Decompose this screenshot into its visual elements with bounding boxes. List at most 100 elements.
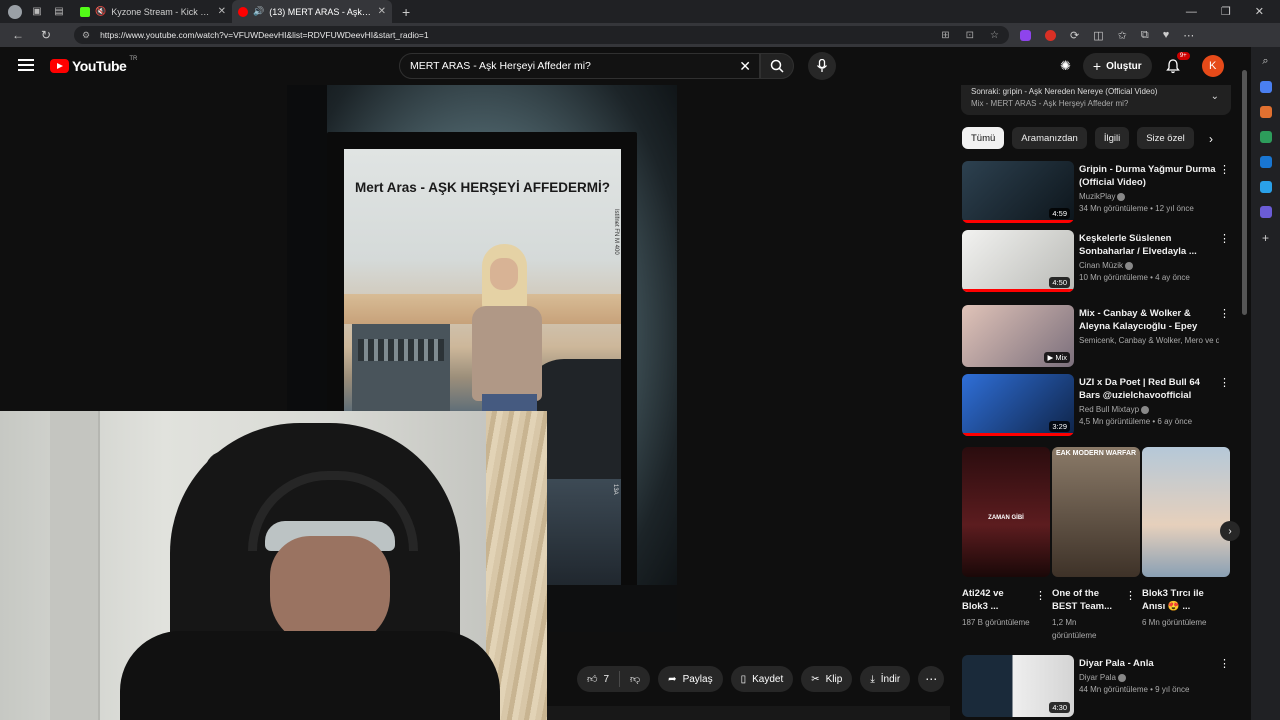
channel-name[interactable]: Red Bull Mixtayp bbox=[1079, 405, 1219, 414]
video-title[interactable]: Mix - Canbay & Wolker & Aleyna Kalaycıoğ… bbox=[1079, 307, 1219, 333]
voice-search-button[interactable] bbox=[808, 52, 836, 80]
new-tab-button[interactable]: + bbox=[402, 4, 410, 20]
more-options-icon[interactable]: ⋮ bbox=[1219, 307, 1230, 320]
tab-youtube[interactable]: 🔊 (13) MERT ARAS - Aşk Herşe ✕ bbox=[232, 0, 392, 23]
short-title[interactable]: Ati242 ve Blok3 ... bbox=[962, 587, 1032, 613]
notifications-button[interactable]: 9+ bbox=[1164, 52, 1190, 75]
playlist-header[interactable]: Sonraki: gripin - Aşk Nereden Nereye (Of… bbox=[961, 85, 1231, 115]
back-icon[interactable]: ← bbox=[4, 28, 32, 42]
mix-thumbnail[interactable]: ▶︎ Mix bbox=[962, 305, 1074, 367]
more-options-icon[interactable]: ⋮ bbox=[1035, 589, 1046, 602]
chevron-right-icon[interactable]: › bbox=[1209, 132, 1213, 146]
page-scrollbar[interactable] bbox=[1241, 58, 1248, 708]
download-button[interactable]: ⤓ İndir bbox=[860, 666, 911, 692]
channel-name[interactable]: Semicenk, Canbay & Wolker, Mero ve da... bbox=[1079, 336, 1219, 345]
short-thumbnail[interactable]: ZAMAN GİBİ bbox=[962, 447, 1050, 577]
more-actions-button[interactable]: ⋯ bbox=[918, 666, 945, 692]
channel-name[interactable]: MuzikPlay bbox=[1079, 192, 1219, 201]
tab-kick[interactable]: 🔇 Kyzone Stream - Kick Dash ✕ bbox=[74, 0, 232, 23]
mute-icon[interactable]: 🔇 bbox=[95, 6, 106, 17]
more-options-icon[interactable]: ⋮ bbox=[1125, 589, 1136, 602]
split-view-icon[interactable]: ◫ bbox=[1093, 29, 1103, 42]
workspaces-icon[interactable]: ▣ bbox=[30, 5, 44, 19]
minimize-icon[interactable]: — bbox=[1186, 6, 1197, 18]
more-options-icon[interactable]: ⋮ bbox=[1219, 163, 1230, 176]
favorite-star-icon[interactable]: ☆ bbox=[990, 30, 999, 41]
search-input[interactable] bbox=[410, 60, 730, 72]
chip-for-you[interactable]: Size özel bbox=[1137, 127, 1194, 149]
send-icon[interactable] bbox=[1259, 181, 1272, 193]
outlook-icon[interactable] bbox=[1259, 156, 1272, 168]
channel-name[interactable]: Diyar Pala bbox=[1079, 673, 1219, 682]
channel-name[interactable]: Cinan Müzik bbox=[1079, 261, 1219, 270]
recommendation-item[interactable]: 3:29 UZI x Da Poet | Red Bull 64 Bars @u… bbox=[962, 374, 1232, 436]
more-icon[interactable]: ⋯ bbox=[1183, 29, 1194, 42]
video-thumbnail[interactable]: 4:50 bbox=[962, 230, 1074, 292]
short-title[interactable]: Blok3 Tırcı ile Anısı 😍 ... bbox=[1142, 587, 1212, 613]
shorts-next-button[interactable]: › bbox=[1220, 521, 1240, 541]
site-info-icon[interactable]: ⚙ bbox=[82, 30, 90, 41]
chip-all[interactable]: Tümü bbox=[962, 127, 1005, 149]
recommendation-item[interactable]: 4:59 Gripin - Durma Yağmur Durma (Offici… bbox=[962, 161, 1232, 223]
url-field[interactable]: ⚙ https://www.youtube.com/watch?v=VFUWDe… bbox=[74, 26, 1009, 44]
collections-icon[interactable]: ⧉ bbox=[1141, 29, 1149, 42]
extension-red-icon[interactable] bbox=[1045, 29, 1056, 41]
save-button[interactable]: ▯ Kaydet bbox=[730, 666, 794, 692]
short-title[interactable]: One of the BEST Team... bbox=[1052, 587, 1122, 613]
reader-icon[interactable]: ⊡ bbox=[966, 30, 974, 41]
profile-icon[interactable] bbox=[8, 4, 22, 19]
video-thumbnail[interactable]: 3:29 bbox=[962, 374, 1074, 436]
favorites-icon[interactable]: ✩ bbox=[1118, 29, 1127, 42]
short-item[interactable]: Blok3 Tırcı ile Anısı 😍 ... 6 Mn görüntü… bbox=[1142, 447, 1230, 629]
more-options-icon[interactable]: ⋮ bbox=[1219, 232, 1230, 245]
reload-icon[interactable]: ↻ bbox=[32, 28, 60, 42]
chip-related[interactable]: İlgili bbox=[1094, 127, 1130, 149]
video-thumbnail[interactable]: 4:59 bbox=[962, 161, 1074, 223]
create-button[interactable]: + Oluştur bbox=[1082, 53, 1152, 79]
clear-search-icon[interactable]: ✕ bbox=[739, 58, 751, 75]
short-item[interactable]: ZAMAN GİBİ Ati242 ve Blok3 ... 187 B gör… bbox=[962, 447, 1050, 629]
video-title[interactable]: Keşkelerle Süslenen Sonbaharlar / Elveda… bbox=[1079, 232, 1219, 258]
extension-icon[interactable] bbox=[1259, 206, 1272, 218]
maximize-icon[interactable]: ❐ bbox=[1221, 5, 1231, 18]
bookmark-icon: ▯ bbox=[740, 673, 747, 685]
recommendation-item[interactable]: 4:30 Diyar Pala - Anla Diyar Pala 44 Mn … bbox=[962, 655, 1232, 717]
speaker-icon[interactable]: 🔊 bbox=[253, 6, 264, 17]
scrollbar-thumb[interactable] bbox=[1242, 70, 1247, 315]
avatar[interactable]: K bbox=[1201, 55, 1224, 77]
share-button[interactable]: ➦ Paylaş bbox=[658, 666, 723, 692]
like-button[interactable]: 👍︎ 7 bbox=[577, 666, 619, 692]
short-item[interactable]: EAK MODERN WARFAR One of the BEST Team..… bbox=[1052, 447, 1140, 642]
youtube-logo[interactable]: YouTube TR bbox=[50, 56, 137, 74]
video-title[interactable]: Gripin - Durma Yağmur Durma (Official Vi… bbox=[1079, 163, 1219, 189]
video-title[interactable]: UZI x Da Poet | Red Bull 64 Bars @uzielc… bbox=[1079, 376, 1219, 402]
dislike-button[interactable]: 👎︎ bbox=[620, 666, 650, 692]
close-tab-icon[interactable]: ✕ bbox=[378, 6, 386, 17]
close-window-icon[interactable]: ✕ bbox=[1255, 5, 1264, 18]
refresh-extension-icon[interactable]: ⟳ bbox=[1070, 29, 1079, 42]
more-options-icon[interactable]: ⋮ bbox=[1219, 376, 1230, 389]
short-thumbnail[interactable] bbox=[1142, 447, 1230, 577]
tools-icon[interactable] bbox=[1259, 106, 1272, 118]
more-options-icon[interactable]: ⋮ bbox=[1219, 657, 1230, 670]
short-thumbnail[interactable]: EAK MODERN WARFAR bbox=[1052, 447, 1140, 577]
copilot-icon[interactable] bbox=[1259, 81, 1272, 93]
menu-icon[interactable] bbox=[18, 59, 34, 71]
chip-from-search[interactable]: Aramanızdan bbox=[1012, 127, 1087, 149]
install-app-icon[interactable]: ⊞ bbox=[941, 30, 949, 41]
extension-gear-icon[interactable]: ✺ bbox=[1060, 58, 1071, 74]
video-title[interactable]: Diyar Pala - Anla bbox=[1079, 657, 1219, 670]
recommendation-item[interactable]: 4:50 Keşkelerle Süslenen Sonbaharlar / E… bbox=[962, 230, 1232, 292]
add-icon[interactable]: + bbox=[1262, 231, 1269, 245]
games-icon[interactable] bbox=[1259, 131, 1272, 143]
extension-purple-icon[interactable] bbox=[1020, 29, 1031, 41]
video-thumbnail[interactable]: 4:30 bbox=[962, 655, 1074, 717]
recommendation-item[interactable]: ▶︎ Mix Mix - Canbay & Wolker & Aleyna Ka… bbox=[962, 305, 1232, 367]
clip-button[interactable]: ✂ Klip bbox=[801, 666, 853, 692]
vpn-icon[interactable]: ♥ bbox=[1163, 29, 1170, 41]
chevron-down-icon[interactable]: ⌄ bbox=[1211, 91, 1219, 102]
tab-actions-icon[interactable]: ▤ bbox=[52, 5, 66, 19]
search-button[interactable] bbox=[760, 53, 794, 79]
search-icon[interactable]: ⌕ bbox=[1262, 55, 1268, 68]
close-tab-icon[interactable]: ✕ bbox=[218, 6, 226, 17]
